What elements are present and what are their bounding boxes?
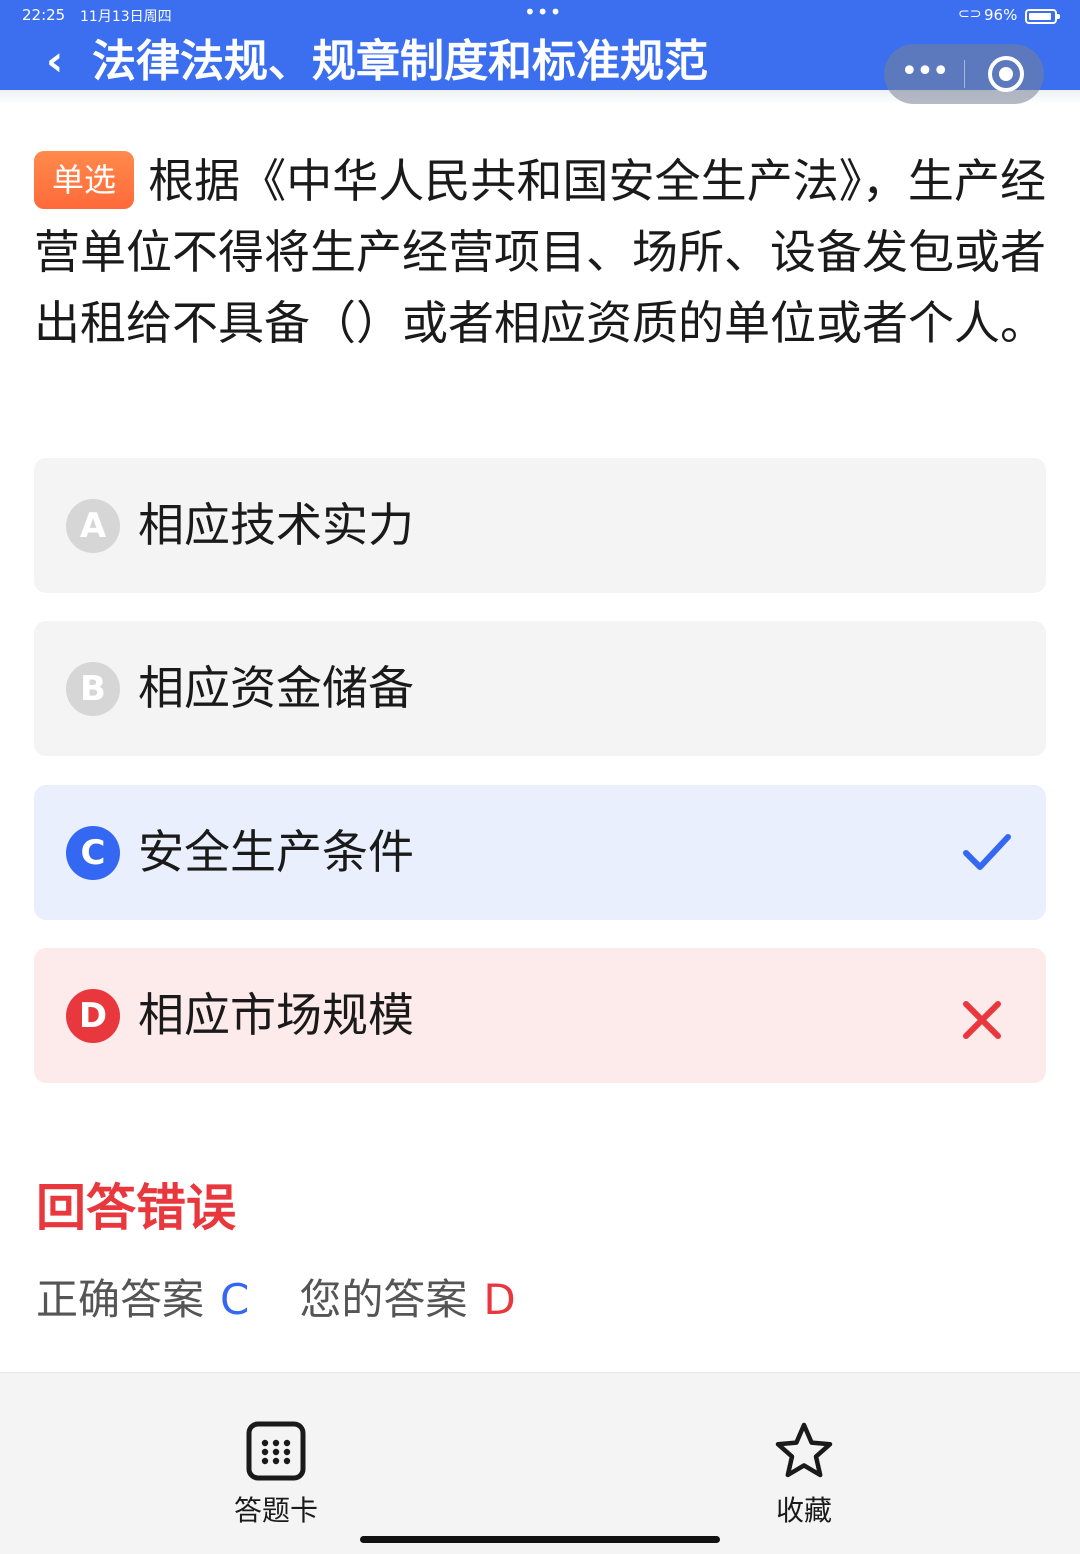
answer-card-label: 答题卡 — [233, 1494, 318, 1527]
option-letter-d: D — [66, 989, 120, 1043]
answer-summary: 正确答案 C 您的答案 D — [36, 1270, 516, 1330]
option-letter-a: A — [66, 499, 120, 553]
option-text-b: 相应资金储备 — [138, 661, 414, 715]
question-stem: 单选 根据《中华人民共和国安全生产法》，生产经营单位不得将生产经营项目、场所、设备… — [34, 146, 1046, 359]
your-answer-label: 您的答案 — [299, 1275, 468, 1324]
cross-icon — [963, 1001, 1001, 1039]
option-letter-c: C — [66, 826, 120, 880]
your-answer-value: D — [483, 1275, 516, 1324]
option-d[interactable]: D 相应市场规模 — [34, 948, 1046, 1083]
battery-icon — [1025, 9, 1060, 24]
result-title: 回答错误 — [36, 1179, 236, 1237]
page-title: 法律法规、规章制度和标准规范 — [92, 36, 708, 87]
favorite-label: 收藏 — [775, 1494, 832, 1527]
check-icon — [963, 834, 1011, 870]
option-a[interactable]: A 相应技术实力 — [34, 458, 1046, 593]
answer-card-button[interactable]: 答题卡 — [206, 1373, 346, 1533]
option-text-d: 相应市场规模 — [138, 988, 414, 1042]
back-button[interactable]: ‹ — [46, 36, 86, 86]
status-time: 22:25 — [22, 6, 66, 24]
multitask-dots-icon[interactable]: ••• — [524, 0, 562, 24]
home-indicator[interactable] — [360, 1536, 720, 1543]
question-type-badge: 单选 — [34, 151, 135, 209]
option-c[interactable]: C 安全生产条件 — [34, 785, 1046, 920]
capsule-divider — [964, 60, 965, 88]
option-text-c: 安全生产条件 — [138, 825, 414, 879]
battery-percent: 96% — [984, 6, 1018, 24]
star-icon — [775, 1422, 833, 1478]
grid-icon — [246, 1421, 306, 1481]
correct-answer-value: C — [220, 1275, 250, 1324]
option-text-a: 相应技术实力 — [138, 498, 414, 552]
status-bar: 22:25 11月13日周四 ••• ⊂⊃ 96% — [0, 0, 1080, 32]
favorite-button[interactable]: 收藏 — [734, 1373, 874, 1533]
link-icon: ⊂⊃ — [958, 6, 982, 22]
question-text: 根据《中华人民共和国安全生产法》，生产经营单位不得将生产经营项目、场所、设备发包… — [34, 154, 1046, 350]
miniprogram-capsule: ••• — [884, 44, 1044, 104]
status-date: 11月13日周四 — [80, 9, 172, 25]
more-button[interactable]: ••• — [884, 44, 964, 104]
correct-answer-label: 正确答案 — [36, 1275, 205, 1324]
option-letter-b: B — [66, 662, 120, 716]
option-b[interactable]: B 相应资金储备 — [34, 621, 1046, 756]
bottom-toolbar: 答题卡 收藏 — [0, 1372, 1080, 1554]
close-miniprogram-icon[interactable] — [988, 56, 1024, 92]
